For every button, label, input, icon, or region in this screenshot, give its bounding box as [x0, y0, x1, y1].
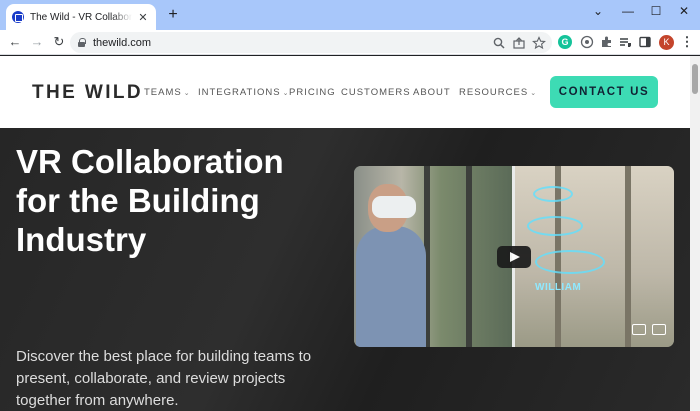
video-scene-real	[354, 166, 512, 347]
window-frame	[625, 166, 631, 347]
hero-title: VR Collaboration for the Building Indust…	[16, 143, 284, 258]
browser-menu-icon[interactable]: ⋮	[678, 33, 696, 51]
minimize-button[interactable]: —	[616, 4, 640, 18]
scrollbar-thumb[interactable]	[692, 64, 698, 94]
nav-resources[interactable]: RESOURCES ⌄	[459, 87, 537, 98]
nav-label: INTEGRATIONS	[198, 87, 281, 98]
hero-video[interactable]: WILLIAM	[354, 166, 674, 347]
zoom-icon[interactable]	[492, 36, 506, 50]
back-button[interactable]: ←	[6, 33, 24, 51]
contact-us-button[interactable]: CONTACT US	[550, 76, 658, 108]
cast-icon[interactable]	[632, 324, 646, 335]
tab-title: The Wild - VR Collaboration for Architec…	[30, 11, 132, 23]
tab-strip: The Wild - VR Collaboration for Architec…	[0, 0, 700, 30]
hologram-ring	[527, 216, 583, 236]
bookmark-star-icon[interactable]	[532, 36, 546, 50]
maximize-button[interactable]: ☐	[644, 4, 668, 18]
tab-search-icon[interactable]: ⌄	[586, 4, 610, 18]
browser-tab[interactable]: The Wild - VR Collaboration for Architec…	[6, 4, 156, 30]
nav-teams[interactable]: TEAMS ⌄	[144, 87, 191, 98]
picture-in-picture-icon[interactable]	[652, 324, 666, 335]
puzzle-icon[interactable]	[600, 35, 614, 49]
hologram-ring	[535, 250, 605, 274]
nav-label: TEAMS	[144, 87, 182, 98]
nav-customers[interactable]: CUSTOMERS	[341, 87, 411, 98]
nav-label: ABOUT	[413, 87, 451, 98]
page-viewport: THE WILD TEAMS ⌄ INTEGRATIONS ⌄ PRICING CU…	[0, 56, 690, 411]
browser-toolbar: ← → ↻ thewild.com G K ⋮	[0, 30, 700, 55]
grammarly-icon[interactable]: G	[558, 35, 572, 49]
reload-button[interactable]: ↻	[50, 33, 68, 51]
nav-label: RESOURCES	[459, 87, 529, 98]
new-tab-button[interactable]: +	[164, 6, 182, 24]
close-window-button[interactable]: ✕	[672, 4, 696, 18]
extension-icon[interactable]	[580, 35, 594, 49]
site-header: THE WILD TEAMS ⌄ INTEGRATIONS ⌄ PRICING CU…	[0, 56, 690, 128]
video-scene-virtual	[515, 166, 674, 347]
window-frame	[466, 166, 472, 347]
site-logo[interactable]: THE WILD	[32, 82, 143, 104]
profile-avatar[interactable]: K	[659, 35, 674, 50]
nav-pricing[interactable]: PRICING	[289, 87, 336, 98]
page-scrollbar[interactable]	[690, 56, 700, 411]
play-icon[interactable]	[497, 246, 531, 268]
address-bar[interactable]: thewild.com	[70, 32, 552, 53]
person-figure	[356, 226, 426, 347]
the-wild-favicon-icon	[12, 11, 24, 23]
url-text: thewild.com	[93, 36, 152, 49]
side-panel-icon[interactable]	[638, 35, 652, 49]
chevron-down-icon: ⌄	[183, 90, 191, 97]
nav-label: CUSTOMERS	[341, 87, 411, 98]
lock-icon[interactable]	[78, 38, 86, 47]
scene-avatar-label: WILLIAM	[535, 282, 582, 293]
tab-close-icon[interactable]: ✕	[136, 11, 150, 24]
hologram-ring	[533, 186, 573, 202]
hero-section: VR Collaboration for the Building Indust…	[0, 128, 690, 411]
nav-integrations[interactable]: INTEGRATIONS ⌄	[198, 87, 289, 98]
vr-headset	[372, 196, 416, 218]
reading-list-icon[interactable]	[618, 35, 632, 49]
nav-about[interactable]: ABOUT	[413, 87, 451, 98]
share-icon[interactable]	[512, 36, 526, 50]
hero-subtitle: Discover the best place for building tea…	[16, 348, 312, 409]
nav-label: PRICING	[289, 87, 336, 98]
chevron-down-icon: ⌄	[530, 90, 538, 97]
forward-button[interactable]: →	[28, 33, 46, 51]
